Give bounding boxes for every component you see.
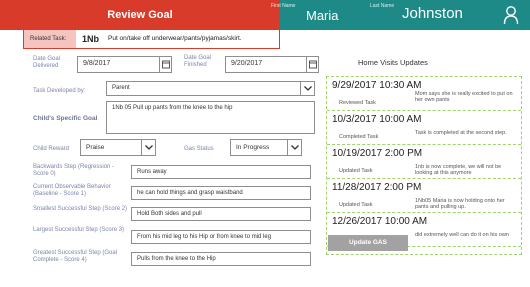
- date-delivered-field[interactable]: 9/8/2017: [77, 56, 172, 73]
- first-name-value: Maria: [306, 8, 339, 23]
- visit-type: Updated Task: [339, 202, 373, 208]
- child-reward-value: Praise: [86, 144, 105, 151]
- visit-date: 10/19/2017 2:00 PM: [332, 148, 423, 159]
- last-name-label: Last Name: [370, 3, 395, 9]
- developed-by-label: Task Developed by:: [33, 88, 86, 94]
- greatest-step-label: Greatest Successful Step (Goal Complete …: [33, 250, 118, 263]
- specific-goal-label: Child's Specific Goal: [33, 115, 98, 122]
- visit-date: 12/26/2017 10:00 AM: [332, 216, 428, 227]
- related-task-bar: Related Task: 1Nb Put on/take off underw…: [23, 29, 280, 49]
- largest-step-field[interactable]: From his mid leg to his Hip or from knee…: [131, 230, 311, 244]
- child-reward-label: Child Reward: [33, 146, 70, 152]
- update-gas-button[interactable]: Update GAS: [328, 235, 408, 251]
- visit-type: Reviewed Task: [339, 100, 376, 106]
- home-visits-title: Home Visits Updates: [358, 58, 428, 67]
- visit-date: 10/3/2017 10:00 AM: [332, 114, 422, 125]
- backwards-step-field[interactable]: Runs away: [131, 165, 311, 179]
- date-finished-value: 9/20/2017: [231, 60, 263, 67]
- date-delivered-value: 9/8/2017: [83, 60, 111, 67]
- backwards-step-label: Backwards Step (Regression - Score 0): [33, 164, 115, 177]
- related-task-label: Related Task:: [24, 30, 76, 48]
- related-task-code: 1Nb: [82, 34, 100, 44]
- gas-status-select[interactable]: In Progress: [230, 139, 302, 156]
- visit-note: 1nb is now complete, we will not be look…: [415, 164, 502, 176]
- visit-type: Completed Task: [339, 134, 379, 140]
- chevron-down-icon[interactable]: [300, 82, 314, 95]
- visit-note: Task is completed at the second step.: [415, 130, 507, 136]
- list-item: 11/28/2017 2:00 PM Updated Task 1Nb05 Ma…: [327, 179, 521, 213]
- chevron-down-icon[interactable]: [141, 140, 155, 155]
- gas-status-label: Gas Status: [184, 146, 214, 152]
- greatest-step-field[interactable]: Pulls from the knee to the Hip: [131, 252, 311, 266]
- date-finished-label: Date Goal Finished: [184, 55, 212, 68]
- smallest-step-field[interactable]: Hold Both sides and pull: [131, 207, 311, 221]
- developed-by-value: Parent: [112, 85, 130, 91]
- child-reward-select[interactable]: Praise: [80, 139, 156, 156]
- user-icon[interactable]: [503, 5, 519, 25]
- first-name-label: First Name: [271, 3, 296, 9]
- date-delivered-label: Date Goal Delivered: [33, 56, 61, 69]
- list-item: 10/3/2017 10:00 AM Completed Task Task i…: [327, 111, 521, 145]
- list-item: 10/19/2017 2:00 PM Updated Task 1nb is n…: [327, 145, 521, 179]
- visit-date: 9/29/2017 10:30 AM: [332, 80, 422, 91]
- visit-note: 1Nb05 Maria is now holding onto her pant…: [415, 198, 505, 210]
- largest-step-label: Largest Successful Step (Score 3): [33, 227, 125, 233]
- gas-status-value: In Progress: [236, 144, 270, 151]
- smallest-step-label: Smallest Successful Step (Score 2): [33, 206, 128, 212]
- chevron-down-icon[interactable]: [287, 140, 301, 155]
- calendar-icon[interactable]: [306, 57, 318, 72]
- home-visits-list: 9/29/2017 10:30 AM Reviewed Task Mom say…: [326, 76, 522, 255]
- calendar-icon[interactable]: [159, 57, 171, 72]
- related-task-description: Put on/take off underwear/pants/pyjamas/…: [108, 35, 242, 42]
- date-finished-field[interactable]: 9/20/2017: [225, 56, 319, 73]
- last-name-value: Johnston: [402, 5, 463, 22]
- page-title: Review Goal: [107, 9, 173, 21]
- specific-goal-textarea[interactable]: 1Nb 05 Pull up pants from the knee to th…: [106, 101, 315, 134]
- visit-date: 11/28/2017 2:00 PM: [332, 182, 422, 193]
- visit-note: Mom says she is really excited to put on…: [415, 91, 513, 103]
- current-behavior-label: Current Observable Behavior (Baseline - …: [33, 184, 111, 197]
- visit-type: Updated Task: [339, 168, 373, 174]
- list-item: 9/29/2017 10:30 AM Reviewed Task Mom say…: [327, 77, 521, 111]
- developed-by-select[interactable]: Parent: [106, 81, 315, 96]
- visit-note: did extremely well can do it on his own: [415, 232, 509, 238]
- current-behavior-field[interactable]: he can hold things and grasp waistband: [131, 186, 311, 200]
